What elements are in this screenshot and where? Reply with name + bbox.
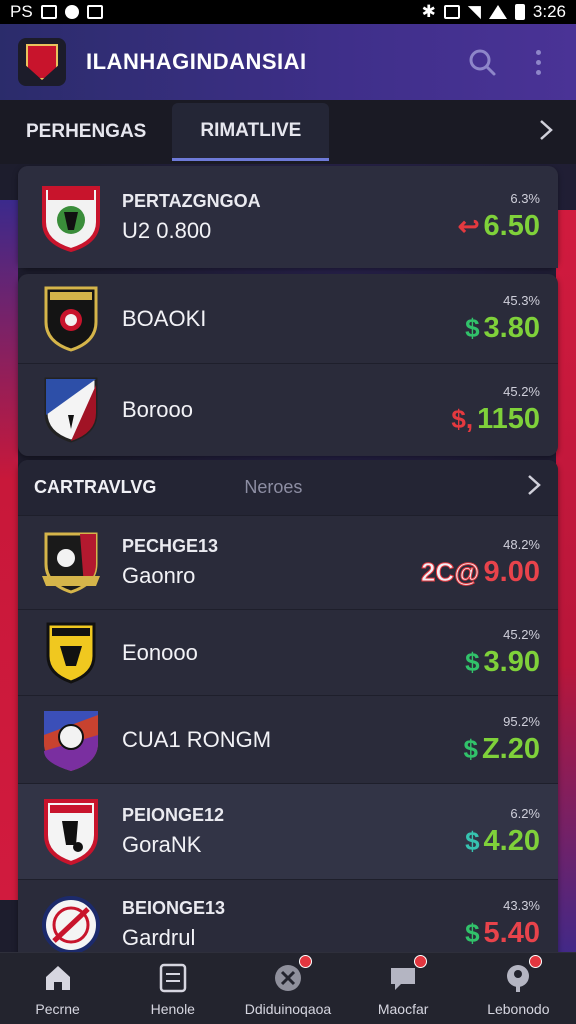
odds-percent: 6.2% <box>510 805 540 821</box>
notification-badge <box>298 954 312 968</box>
status-bar: PS ✱ ◥ 3:26 <box>0 0 576 24</box>
dollar-icon: $ <box>465 918 480 948</box>
odds-block[interactable]: 45.2% $, 1150 <box>451 364 540 456</box>
app-bar: ILANHAGINDANSIAI <box>0 24 576 100</box>
tab-perhengas[interactable]: PERHENGAS <box>0 103 172 161</box>
nav-item-chat[interactable]: Maocfar <box>348 954 458 1017</box>
team-crest-icon <box>44 377 98 443</box>
match-row[interactable]: Borooo 45.2% $, 1150 <box>18 364 558 456</box>
odds-percent: 45.2% <box>503 626 540 642</box>
odds-value: $, 1150 <box>451 403 540 435</box>
match-row[interactable]: PECHGE13 Gaonro 48.2% 2C@ 9.00 <box>18 516 558 610</box>
nav-item-predictions[interactable]: Ddiduinoqaoa <box>233 954 343 1017</box>
section-header[interactable]: CARTRAVLVG Neroes <box>18 460 558 516</box>
trend-icon: ↩ <box>457 211 480 241</box>
background-stripe-left <box>0 200 18 900</box>
nav-item-profile[interactable]: Lebonodo <box>463 954 573 1017</box>
app-notification-icon <box>86 5 103 19</box>
odds-value: $ 4.20 <box>465 824 540 857</box>
odds-percent: 45.3% <box>503 292 540 308</box>
match-row[interactable]: CUA1 RONGM 95.2% $ Z.20 <box>18 696 558 784</box>
odds-percent: 95.2% <box>503 713 540 729</box>
notification-icon <box>64 5 79 19</box>
score-icon: 2C@ <box>420 556 480 587</box>
chevron-right-icon[interactable] <box>538 119 554 146</box>
odds-block[interactable]: 6.3% ↩ 6.50 <box>458 166 540 268</box>
wifi-icon: ◥ <box>467 2 481 21</box>
team-crest-icon <box>42 186 100 252</box>
chevron-right-icon[interactable] <box>526 474 542 501</box>
odds-value: ↩ 6.50 <box>457 210 540 242</box>
gallery-icon <box>40 5 57 19</box>
alarm-icon <box>443 5 460 19</box>
nav-label: Maocfar <box>377 1000 429 1017</box>
odds-value: $ Z.20 <box>463 732 541 765</box>
app-title: ILANHAGINDANSIAI <box>86 49 307 74</box>
odds-value: $ 3.80 <box>465 311 540 344</box>
more-vert-icon <box>535 49 541 75</box>
odds-percent: 6.3% <box>510 191 540 206</box>
bottom-nav: Pecrne Henole Ddiduinoqaoa Maocfar Lebon… <box>0 952 576 1024</box>
dollar-icon: $ <box>465 646 480 677</box>
nav-label: Henole <box>150 1000 195 1017</box>
match-row[interactable]: PERTAZGNGOA U2 0.800 6.3% ↩ 6.50 <box>18 166 558 268</box>
odds-block[interactable]: 45.3% $ 3.80 <box>465 274 540 363</box>
tab-bar: PERHENGAS RIMATLIVE <box>0 100 576 164</box>
background-stripe-right <box>556 210 576 970</box>
match-card-top: PERTAZGNGOA U2 0.800 6.3% ↩ 6.50 <box>18 166 558 268</box>
notification-badge <box>414 954 428 968</box>
team-crest-icon <box>42 896 100 954</box>
odds-block[interactable]: 6.2% $ 4.20 <box>465 784 540 879</box>
section-title: CARTRAVLVG <box>34 477 157 497</box>
odds-percent: 48.2% <box>503 536 540 552</box>
odds-value: $ 5.40 <box>465 917 540 949</box>
dollar-icon: $, <box>451 404 474 434</box>
odds-block[interactable]: 95.2% $ Z.20 <box>464 696 541 783</box>
cancel-icon <box>270 954 312 995</box>
status-text: PS <box>10 2 33 21</box>
dollar-icon: $ <box>465 312 480 343</box>
nav-label: Ddiduinoqaoa <box>244 1000 332 1017</box>
odds-block[interactable]: 48.2% 2C@ 9.00 <box>420 516 540 609</box>
team-crest-icon <box>44 798 98 865</box>
team-crest-icon <box>44 286 98 352</box>
match-card-second: BOAOKI 45.3% $ 3.80 Borooo 45.2% $, 1150 <box>18 274 558 456</box>
notification-badge <box>529 954 543 968</box>
bluetooth-icon: ✱ <box>421 2 436 21</box>
odds-percent: 45.2% <box>503 384 540 399</box>
tab-rimatlive[interactable]: RIMATLIVE <box>172 103 330 161</box>
search-button[interactable] <box>462 42 502 82</box>
odds-block[interactable]: 45.2% $ 3.90 <box>465 610 540 695</box>
match-row[interactable]: PEIONGE12 GoraNK 6.2% $ 4.20 <box>18 784 558 880</box>
match-row[interactable]: Eonooo 45.2% $ 3.90 <box>18 610 558 696</box>
more-button[interactable] <box>518 42 558 82</box>
nav-item-home[interactable]: Pecrne <box>3 961 113 1017</box>
section-link[interactable]: Neroes <box>244 477 302 498</box>
odds-value: $ 3.90 <box>465 645 540 678</box>
battery-icon <box>514 4 525 20</box>
dollar-icon: $ <box>465 825 480 856</box>
odds-percent: 43.3% <box>503 898 540 913</box>
nav-label: Lebonodo <box>487 1000 550 1017</box>
match-card-list: CARTRAVLVG Neroes PECHGE13 Gaonro 48.2% … <box>18 460 558 968</box>
nav-label: Pecrne <box>35 1000 80 1017</box>
clock: 3:26 <box>532 2 566 21</box>
profile-icon <box>500 954 543 995</box>
home-icon <box>40 961 76 995</box>
search-icon <box>469 49 496 76</box>
nav-item-scores[interactable]: Henole <box>118 961 228 1017</box>
chat-icon <box>385 954 428 995</box>
team-crest-icon <box>42 532 100 594</box>
scoreboard-icon <box>155 961 191 995</box>
shield-icon <box>26 44 58 80</box>
app-logo[interactable] <box>18 38 66 86</box>
signal-icon <box>488 5 507 19</box>
dollar-icon: $ <box>463 733 478 764</box>
match-row[interactable]: BOAOKI 45.3% $ 3.80 <box>18 274 558 364</box>
team-crest-icon <box>44 710 98 771</box>
team-crest-icon <box>46 622 96 684</box>
odds-value: 2C@ 9.00 <box>420 555 540 588</box>
